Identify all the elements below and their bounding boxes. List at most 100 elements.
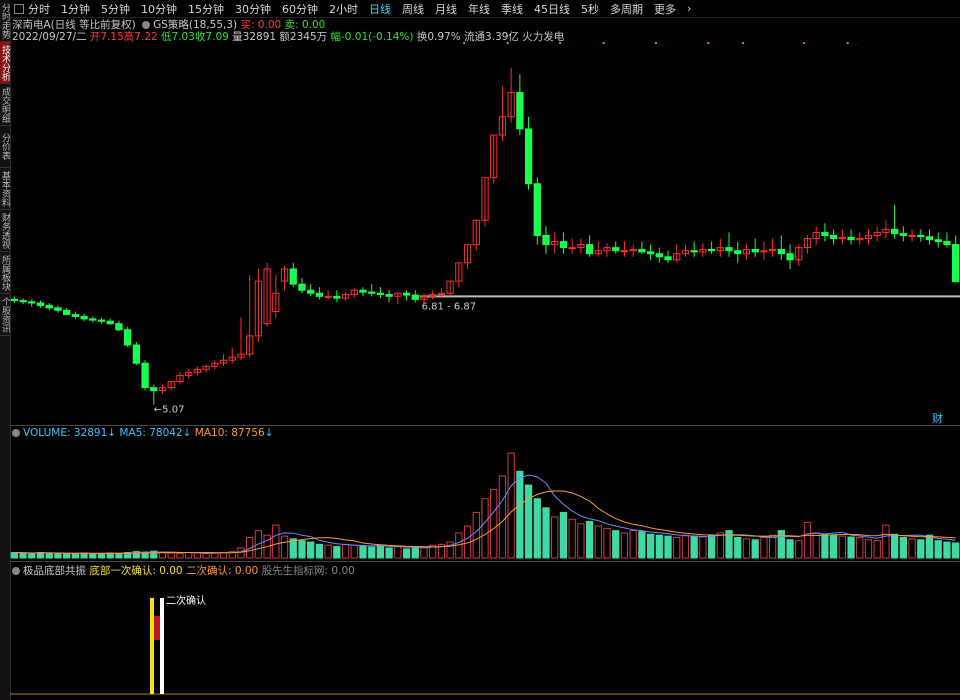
quote-line: 2022/09/27/二 开7.15高7.22 低7.03收7.09 量3289… — [12, 29, 564, 43]
signal-dot — [602, 42, 605, 44]
panel-separator — [10, 425, 960, 426]
candle-body — [324, 295, 332, 298]
candle-body — [664, 256, 672, 261]
candle-body — [646, 251, 655, 255]
volume-bar — [882, 524, 890, 559]
indicator-toggle-icon[interactable] — [142, 21, 151, 29]
volume-bar — [777, 530, 785, 559]
ma5-label: MA5: 78042 — [119, 427, 183, 439]
signal-dot — [559, 42, 562, 44]
period-tab-10[interactable]: 月线 — [435, 1, 457, 17]
volume-bar — [176, 552, 184, 559]
period-toolbar: 分时 1分钟 5分钟 10分钟 15分钟 30分钟 60分钟 2小时 日线 周线 月线 年线 季线 45日… — [10, 0, 960, 18]
candle-body — [411, 294, 419, 300]
period-tab-0[interactable]: 分时 — [28, 1, 50, 17]
volume-bar — [620, 532, 629, 559]
volume-bar — [551, 516, 559, 559]
period-tab-1[interactable]: 1分钟 — [61, 1, 90, 17]
volume-bar — [681, 534, 690, 559]
volume-bar — [97, 552, 106, 559]
volume-bar — [490, 489, 498, 559]
period-tab-11[interactable]: 年线 — [468, 1, 490, 17]
candle-body — [54, 307, 62, 311]
finance-badge[interactable]: 财 — [932, 411, 943, 425]
candle-body — [71, 314, 80, 317]
indicator-chart[interactable]: 二次确认 — [10, 576, 960, 700]
period-tab-3[interactable]: 10分钟 — [141, 1, 177, 17]
period-tab-16[interactable]: 更多 — [654, 1, 676, 17]
volume-bar — [324, 544, 332, 559]
volume-bar — [359, 545, 367, 559]
signal-label: 二次确认 — [166, 594, 206, 607]
candlestick-chart[interactable]: ←5.07 6.81 - 6.87 财 — [10, 42, 960, 425]
volume-bar — [952, 542, 960, 559]
candle-body — [890, 228, 899, 235]
volume-bar — [298, 540, 306, 559]
candle-body — [141, 362, 149, 389]
signal-dot — [707, 42, 710, 44]
sidebar-tab-0[interactable]: 分时走势 — [0, 0, 10, 42]
first-confirm-bar — [150, 598, 154, 694]
volume-chart[interactable] — [10, 440, 960, 560]
volume-bar — [568, 518, 576, 559]
sidebar-tab-3[interactable]: 分价表 — [0, 126, 10, 168]
volume-toggle-icon[interactable] — [12, 429, 20, 437]
period-tab-2[interactable]: 5分钟 — [101, 1, 130, 17]
volume-bar — [472, 511, 480, 559]
candle-body — [97, 319, 106, 322]
volume-bar — [603, 527, 611, 559]
sidebar-tab-5[interactable]: 财务透视 — [0, 210, 10, 252]
sidebar-tab-7[interactable]: 个股资讯 — [0, 294, 10, 336]
volume-bar — [89, 553, 97, 559]
volume-bar — [742, 538, 751, 559]
candle-body — [707, 248, 716, 252]
volume-bar — [734, 536, 742, 559]
candle-body — [524, 128, 533, 185]
candle-body — [36, 302, 45, 306]
period-tab-4[interactable]: 15分钟 — [188, 1, 224, 17]
period-tab-5[interactable]: 30分钟 — [235, 1, 271, 17]
volume-bar — [917, 539, 925, 559]
more-arrow-icon[interactable]: › — [687, 2, 691, 15]
candle-body — [612, 247, 620, 252]
candle-body — [63, 309, 71, 316]
volume-bar — [908, 538, 916, 559]
menu-icon[interactable] — [14, 3, 24, 14]
period-tab-14[interactable]: 5秒 — [581, 1, 599, 17]
volume-bar — [864, 539, 873, 559]
signal-dot — [742, 42, 745, 44]
candle-body — [568, 247, 576, 250]
candle-body — [289, 268, 297, 285]
period-tab-13[interactable]: 45日线 — [534, 1, 570, 17]
volume-bar — [760, 536, 768, 559]
period-tab-8[interactable]: 日线 — [369, 1, 391, 17]
candle-body — [359, 289, 367, 293]
period-tab-12[interactable]: 季线 — [501, 1, 523, 17]
period-tab-9[interactable]: 周线 — [402, 1, 424, 17]
period-tab-7[interactable]: 2小时 — [329, 1, 358, 17]
volume-bar — [315, 543, 324, 559]
volume-bar — [54, 552, 62, 559]
volume-bar — [394, 546, 402, 559]
sidebar-tab-2[interactable]: 成交明细 — [0, 84, 10, 126]
period-tab-6[interactable]: 60分钟 — [282, 1, 318, 17]
candle-body — [585, 244, 594, 255]
volume-bar — [542, 507, 550, 559]
volume-bar — [786, 539, 794, 559]
volume-bar — [211, 552, 219, 559]
volume-bar — [612, 530, 620, 559]
candle-body — [150, 387, 158, 392]
signal-dot — [463, 42, 466, 44]
volume-bar — [45, 552, 53, 559]
volume-bar — [690, 535, 698, 559]
ma5-down-arrow-icon: ↓ — [182, 427, 192, 439]
candle-body — [45, 304, 53, 309]
indicator-panel-toggle-icon[interactable] — [12, 567, 20, 575]
volume-bar — [158, 552, 167, 559]
candle-body — [690, 250, 698, 253]
period-tab-15[interactable]: 多周期 — [610, 1, 643, 17]
sidebar-tab-4[interactable]: 基本资料 — [0, 168, 10, 210]
sidebar-tab-6[interactable]: 所属板块 — [0, 252, 10, 294]
candle-body — [516, 91, 524, 130]
sidebar-tab-1[interactable]: 技术分析 — [0, 42, 10, 84]
